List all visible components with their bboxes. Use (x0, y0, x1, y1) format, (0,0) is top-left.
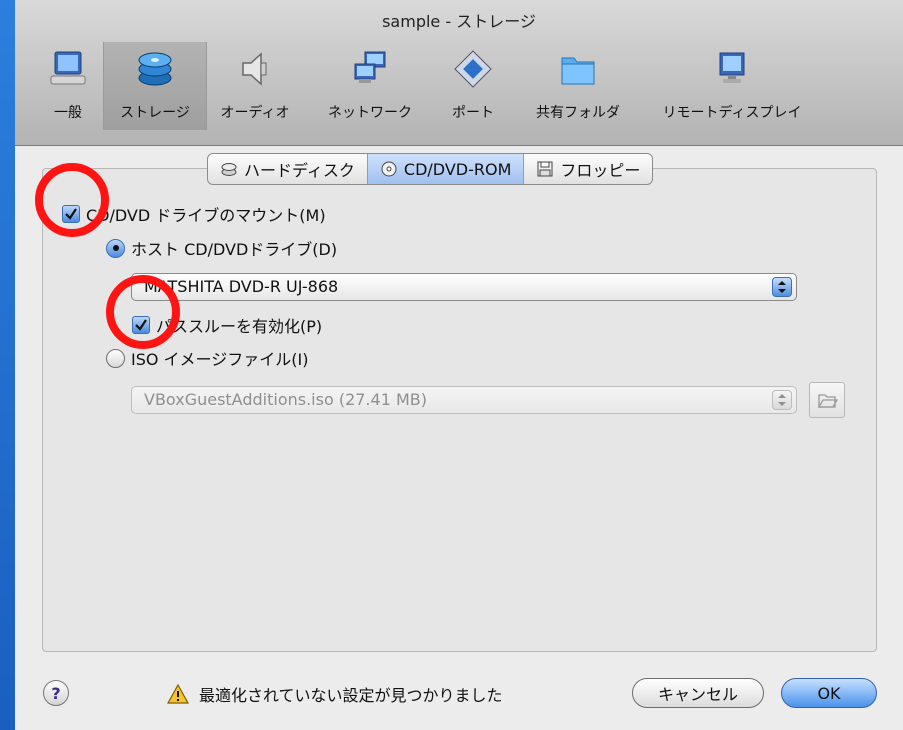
computer-icon (50, 51, 86, 85)
passthrough-checkbox-row[interactable]: パススルーを有効化(P) (132, 313, 322, 337)
window-title: sample - ストレージ (382, 12, 536, 31)
cancel-button[interactable]: キャンセル (632, 678, 764, 708)
toolbar-item-ports[interactable]: ポート (443, 42, 503, 130)
tab-label: フロッピー (560, 161, 641, 180)
toolbar-item-general[interactable]: 一般 (35, 42, 101, 130)
mount-checkbox[interactable] (62, 205, 80, 223)
mount-checkbox-row[interactable]: CD/DVD ドライブのマウント(M) (62, 202, 326, 226)
folder-icon (561, 57, 595, 85)
iso-select[interactable]: VBoxGuestAdditions.iso (27.41 MB) (131, 386, 797, 414)
tab-label: ハードディスク (244, 161, 355, 180)
host-drive-radio[interactable] (106, 238, 125, 258)
toolbar-label: ネットワーク (328, 105, 412, 121)
monitor-icon (719, 52, 745, 83)
storage-settings-window: sample - ストレージ 一般 ストレージ オーディオ ネットワーク ポート… (15, 0, 903, 730)
help-button[interactable]: ? (43, 680, 69, 706)
tab-harddisk[interactable]: ハードディスク (208, 154, 368, 184)
select-arrows-icon (772, 277, 792, 297)
mount-label: CD/DVD ドライブのマウント(M) (86, 206, 326, 225)
tab-floppy[interactable]: フロッピー (524, 154, 652, 184)
tab-bar: ハードディスク CD/DVD-ROM フロッピー (207, 153, 654, 185)
toolbar-item-network[interactable]: ネットワーク (318, 42, 422, 130)
storage-icon (138, 52, 172, 86)
iso-radio-row[interactable]: ISO イメージファイル(I) (106, 346, 308, 370)
toolbar: sample - ストレージ 一般 ストレージ オーディオ ネットワーク ポート… (15, 0, 903, 146)
toolbar-label: ポート (452, 105, 494, 121)
warning-icon (167, 684, 189, 704)
checkmark-icon (65, 208, 77, 220)
toolbar-item-storage[interactable]: ストレージ (103, 42, 207, 130)
toolbar-label: オーディオ (220, 105, 290, 121)
cd-icon (381, 161, 397, 177)
warning-message: 最適化されていない設定が見つかりました (167, 682, 503, 706)
toolbar-label: リモートディスプレイ (662, 105, 802, 121)
floppy-icon (537, 161, 553, 177)
host-drive-label: ホスト CD/DVDドライブ(D) (131, 240, 338, 259)
warning-text: 最適化されていない設定が見つかりました (199, 686, 503, 705)
host-drive-radio-row[interactable]: ホスト CD/DVDドライブ(D) (106, 236, 337, 260)
iso-value: VBoxGuestAdditions.iso (27.41 MB) (144, 390, 427, 409)
checkmark-icon (135, 319, 147, 331)
toolbar-item-remote-display[interactable]: リモートディスプレイ (651, 42, 813, 130)
speaker-icon (242, 52, 267, 86)
iso-browse-button[interactable] (809, 382, 845, 418)
select-arrows-icon (772, 390, 792, 410)
port-icon (454, 50, 492, 88)
toolbar-label: 一般 (54, 105, 82, 121)
network-icon (354, 51, 386, 83)
toolbar-label: 共有フォルダ (536, 105, 620, 121)
tab-label: CD/DVD-ROM (403, 159, 512, 179)
toolbar-label: ストレージ (120, 105, 190, 121)
tab-cd-dvd-rom[interactable]: CD/DVD-ROM (367, 154, 525, 184)
toolbar-item-audio[interactable]: オーディオ (211, 42, 299, 130)
passthrough-checkbox[interactable] (132, 316, 150, 334)
harddisk-icon (221, 163, 237, 176)
host-drive-value: MATSHITA DVD-R UJ-868 (144, 277, 339, 296)
iso-radio[interactable] (106, 348, 125, 368)
iso-label: ISO イメージファイル(I) (131, 350, 309, 369)
desktop-background (0, 0, 15, 730)
folder-open-icon (817, 394, 839, 408)
host-drive-select[interactable]: MATSHITA DVD-R UJ-868 (131, 273, 797, 301)
passthrough-label: パススルーを有効化(P) (156, 317, 323, 336)
ok-button[interactable]: OK (781, 678, 877, 708)
toolbar-item-shared-folders[interactable]: 共有フォルダ (527, 42, 629, 130)
